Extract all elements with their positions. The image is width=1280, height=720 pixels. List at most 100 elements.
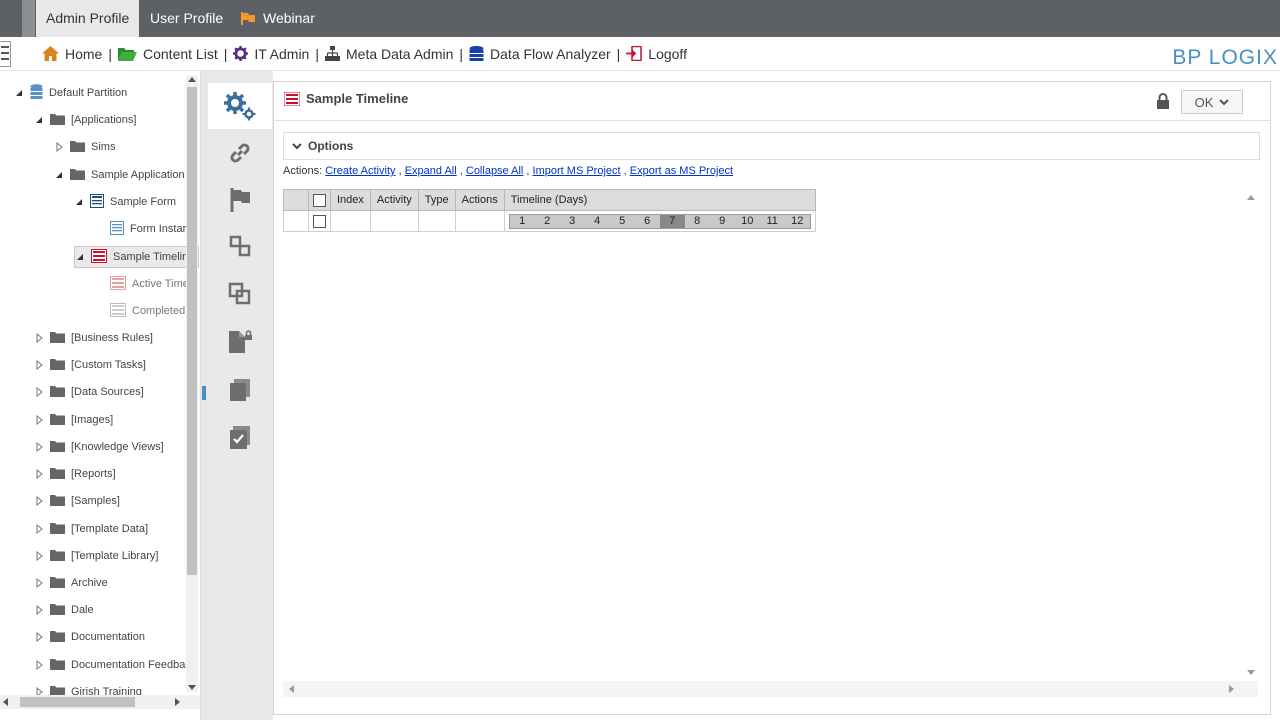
nav-meta-data-admin[interactable]: Meta Data Admin: [325, 46, 453, 62]
folder-icon: [50, 494, 65, 509]
tree-collapsed-toggle-icon[interactable]: [34, 578, 44, 588]
tree-item[interactable]: Documentation Feedbac: [34, 655, 191, 675]
settings-tab-button[interactable]: [208, 83, 272, 129]
folder-icon: [50, 413, 65, 428]
nav-it-admin[interactable]: IT Admin: [233, 46, 309, 62]
column-header[interactable]: Type: [417, 189, 456, 211]
lock-icon[interactable]: [1156, 93, 1170, 109]
tree-vertical-scrollbar[interactable]: [186, 75, 198, 692]
checklist-tab-button[interactable]: [208, 415, 272, 461]
nav-logoff[interactable]: Logoff: [626, 46, 687, 62]
copy-tab-button[interactable]: [208, 271, 272, 317]
tree-collapsed-toggle-icon[interactable]: [34, 387, 44, 397]
tree-collapsed-toggle-icon[interactable]: [34, 660, 44, 670]
tree-expanded-toggle-icon[interactable]: [74, 197, 84, 207]
folder-icon: [50, 113, 65, 128]
tab-webinar[interactable]: Webinar: [231, 0, 325, 37]
tree-item[interactable]: [Custom Tasks]: [34, 355, 146, 375]
tree-expanded-toggle-icon[interactable]: [75, 252, 85, 262]
grid-horizontal-scrollbar[interactable]: [283, 681, 1258, 697]
nav-home[interactable]: Home: [42, 46, 102, 62]
flag-icon: [241, 12, 255, 25]
tree-collapsed-toggle-icon[interactable]: [34, 496, 44, 506]
tree-collapsed-toggle-icon[interactable]: [34, 551, 44, 561]
folder-icon: [50, 385, 65, 400]
expand-all-link[interactable]: Expand All: [405, 165, 457, 177]
tree-item-label: Documentation: [71, 631, 145, 643]
tree-item[interactable]: Documentation: [34, 627, 145, 647]
tree-item[interactable]: Active Time: [94, 274, 189, 294]
timeline-day: 10: [741, 214, 754, 227]
tree-item[interactable]: [Template Data]: [34, 519, 148, 539]
tab-user-profile[interactable]: User Profile: [140, 0, 233, 37]
tree-item[interactable]: Form Instar: [94, 219, 186, 239]
menu-icon[interactable]: [0, 41, 11, 67]
tree-collapsed-toggle-icon[interactable]: [34, 333, 44, 343]
tree-collapsed-toggle-icon[interactable]: [34, 415, 44, 425]
tree-item[interactable]: Sample Form: [74, 192, 176, 212]
tree-collapsed-toggle-icon[interactable]: [54, 142, 64, 152]
tree-horizontal-scrollbar[interactable]: [0, 695, 200, 709]
duplicate-icon: [230, 379, 250, 401]
tree-item[interactable]: [Images]: [34, 410, 113, 430]
tree-collapsed-toggle-icon[interactable]: [34, 469, 44, 479]
tree-item[interactable]: Dale: [34, 600, 94, 620]
tree-item[interactable]: [Samples]: [34, 491, 120, 511]
column-header[interactable]: Activity: [369, 189, 419, 211]
tree-collapsed-toggle-icon[interactable]: [34, 360, 44, 370]
create-activity-link[interactable]: Create Activity: [325, 165, 395, 177]
select-all-checkbox[interactable]: [313, 193, 326, 207]
tree-collapsed-toggle-icon[interactable]: [34, 605, 44, 615]
tree-item[interactable]: [Business Rules]: [34, 328, 153, 348]
export-ms-project-link[interactable]: Export as MS Project: [630, 165, 733, 177]
tree-item-label: [Business Rules]: [71, 332, 153, 344]
folder-icon: [50, 331, 65, 346]
tree-expanded-toggle-icon[interactable]: [34, 115, 44, 125]
tree-item[interactable]: [Applications]: [34, 110, 136, 130]
database-icon: [30, 84, 43, 102]
tree-item[interactable]: Sample Timeline: [74, 246, 200, 268]
nav-content-list[interactable]: Content List: [118, 46, 218, 62]
nav-data-flow-analyzer[interactable]: Data Flow Analyzer: [469, 46, 611, 62]
row-checkbox[interactable]: [313, 214, 326, 228]
tree-item[interactable]: Default Partition: [14, 83, 127, 103]
options-section-toggle[interactable]: Options: [283, 132, 1260, 160]
tree-expanded-toggle-icon[interactable]: [54, 170, 64, 180]
grid-vertical-scrollbar[interactable]: [1244, 189, 1258, 681]
nav-label: Home: [65, 45, 103, 62]
tree-item[interactable]: [Reports]: [34, 464, 116, 484]
nav-label: Content List: [143, 45, 218, 62]
tree-item[interactable]: Sample Application: [54, 165, 185, 185]
duplicate-tab-button[interactable]: [208, 367, 272, 413]
ok-button[interactable]: OK: [1181, 90, 1243, 114]
tree-collapsed-toggle-icon[interactable]: [34, 632, 44, 642]
tree-collapsed-toggle-icon[interactable]: [34, 524, 44, 534]
security-tab-button[interactable]: [208, 319, 272, 365]
column-header[interactable]: Timeline (Days): [503, 189, 816, 211]
import-ms-project-link[interactable]: Import MS Project: [533, 165, 621, 177]
tree-item[interactable]: Sims: [54, 137, 115, 157]
folder-open-icon: [118, 48, 137, 61]
timeline-day: 3: [569, 214, 576, 227]
tree-item[interactable]: [Knowledge Views]: [34, 437, 164, 457]
tree-item-label: [Reports]: [71, 468, 116, 480]
tree-collapsed-toggle-icon[interactable]: [34, 442, 44, 452]
ok-label: OK: [1194, 94, 1214, 110]
flag-tab-button[interactable]: [208, 177, 272, 223]
move-tab-button[interactable]: [208, 223, 272, 269]
actions-bar: Actions: Create Activity , Expand All , …: [283, 165, 734, 177]
tree-item[interactable]: [Data Sources]: [34, 382, 144, 402]
tree-item-label: Dale: [71, 604, 94, 616]
tree-item[interactable]: Completed: [94, 301, 185, 321]
column-header[interactable]: Actions: [454, 189, 505, 211]
tab-admin-profile[interactable]: Admin Profile: [36, 0, 140, 37]
tree-item[interactable]: Archive: [34, 573, 108, 593]
tree-expanded-toggle-icon[interactable]: [14, 88, 24, 98]
folder-icon: [50, 440, 65, 455]
tree-item[interactable]: [Template Library]: [34, 546, 158, 566]
links-tab-button[interactable]: [208, 130, 272, 176]
collapse-all-link[interactable]: Collapse All: [466, 165, 523, 177]
copy-icon: [228, 282, 251, 305]
column-header[interactable]: Index: [330, 189, 371, 211]
